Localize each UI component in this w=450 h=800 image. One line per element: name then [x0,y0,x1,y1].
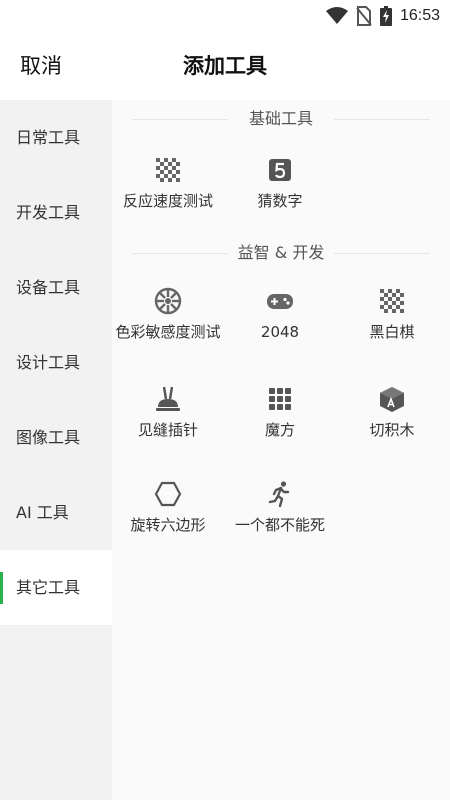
section-header: 基础工具 [112,107,450,131]
sidebar-item-design-tools[interactable]: 设计工具 [0,325,112,400]
tool-guess-number[interactable]: 猜数字 [224,155,336,211]
sidebar-item-device-tools[interactable]: 设备工具 [0,250,112,325]
number-five-icon [265,155,295,185]
sidebar-item-ai-tools[interactable]: AI 工具 [0,475,112,550]
pin-icon [153,384,183,414]
sidebar-item-other-tools[interactable]: 其它工具 [0,550,112,625]
tool-label: 见缝插针 [137,421,198,439]
tool-pin-insert[interactable]: 见缝插针 [112,384,224,440]
tool-none-can-die[interactable]: 一个都不能死 [224,479,336,535]
cancel-button[interactable]: 取消 [20,32,62,100]
sidebar-item-daily-tools[interactable]: 日常工具 [0,100,112,175]
sidebar-item-image-tools[interactable]: 图像工具 [0,400,112,475]
tool-reaction-speed-test[interactable]: 反应速度测试 [112,155,224,211]
status-icons: 16:53 [325,4,440,28]
checkerboard-icon [377,286,407,316]
checkerboard-icon [153,155,183,185]
tool-cut-blocks[interactable]: 切积木 [336,384,448,440]
tool-label: 2048 [260,323,300,341]
tool-reversi[interactable]: 黑白棋 [336,286,448,342]
grid-icon [265,384,295,414]
divider [334,253,430,254]
tool-label: 色彩敏感度测试 [115,323,221,341]
block-cube-icon [377,384,407,414]
section-header: 益智 & 开发 [112,241,450,265]
battery-charging-icon [379,6,392,26]
page-title: 添加工具 [183,54,267,78]
status-bar: 16:53 [0,0,450,32]
tool-rotating-hexagon[interactable]: 旋转六边形 [112,479,224,535]
tool-label: 一个都不能死 [234,516,325,534]
hexagon-icon [153,479,183,509]
tool-2048[interactable]: 2048 [224,286,336,342]
no-sim-icon [356,6,372,26]
tool-label: 反应速度测试 [122,192,213,210]
tool-list: 基础工具 反应速度测试 猜数字 益智 & 开发 色彩敏感度测试 2048 黑白棋… [112,100,450,800]
sidebar-item-dev-tools[interactable]: 开发工具 [0,175,112,250]
divider [334,119,430,120]
color-wheel-icon [153,286,183,316]
running-icon [265,479,295,509]
wifi-icon [325,7,348,25]
tool-label: 旋转六边形 [130,516,206,534]
tool-label: 黑白棋 [369,323,415,341]
tool-label: 猜数字 [257,192,303,210]
tool-label: 切积木 [369,421,415,439]
header: 添加工具 取消 [0,32,450,100]
tool-rubiks-cube[interactable]: 魔方 [224,384,336,440]
category-sidebar: 日常工具 开发工具 设备工具 设计工具 图像工具 AI 工具 其它工具 [0,100,112,800]
gamepad-icon [265,286,295,316]
tool-color-sensitivity-test[interactable]: 色彩敏感度测试 [112,286,224,342]
status-time: 16:53 [399,7,440,24]
tool-label: 魔方 [264,421,295,439]
